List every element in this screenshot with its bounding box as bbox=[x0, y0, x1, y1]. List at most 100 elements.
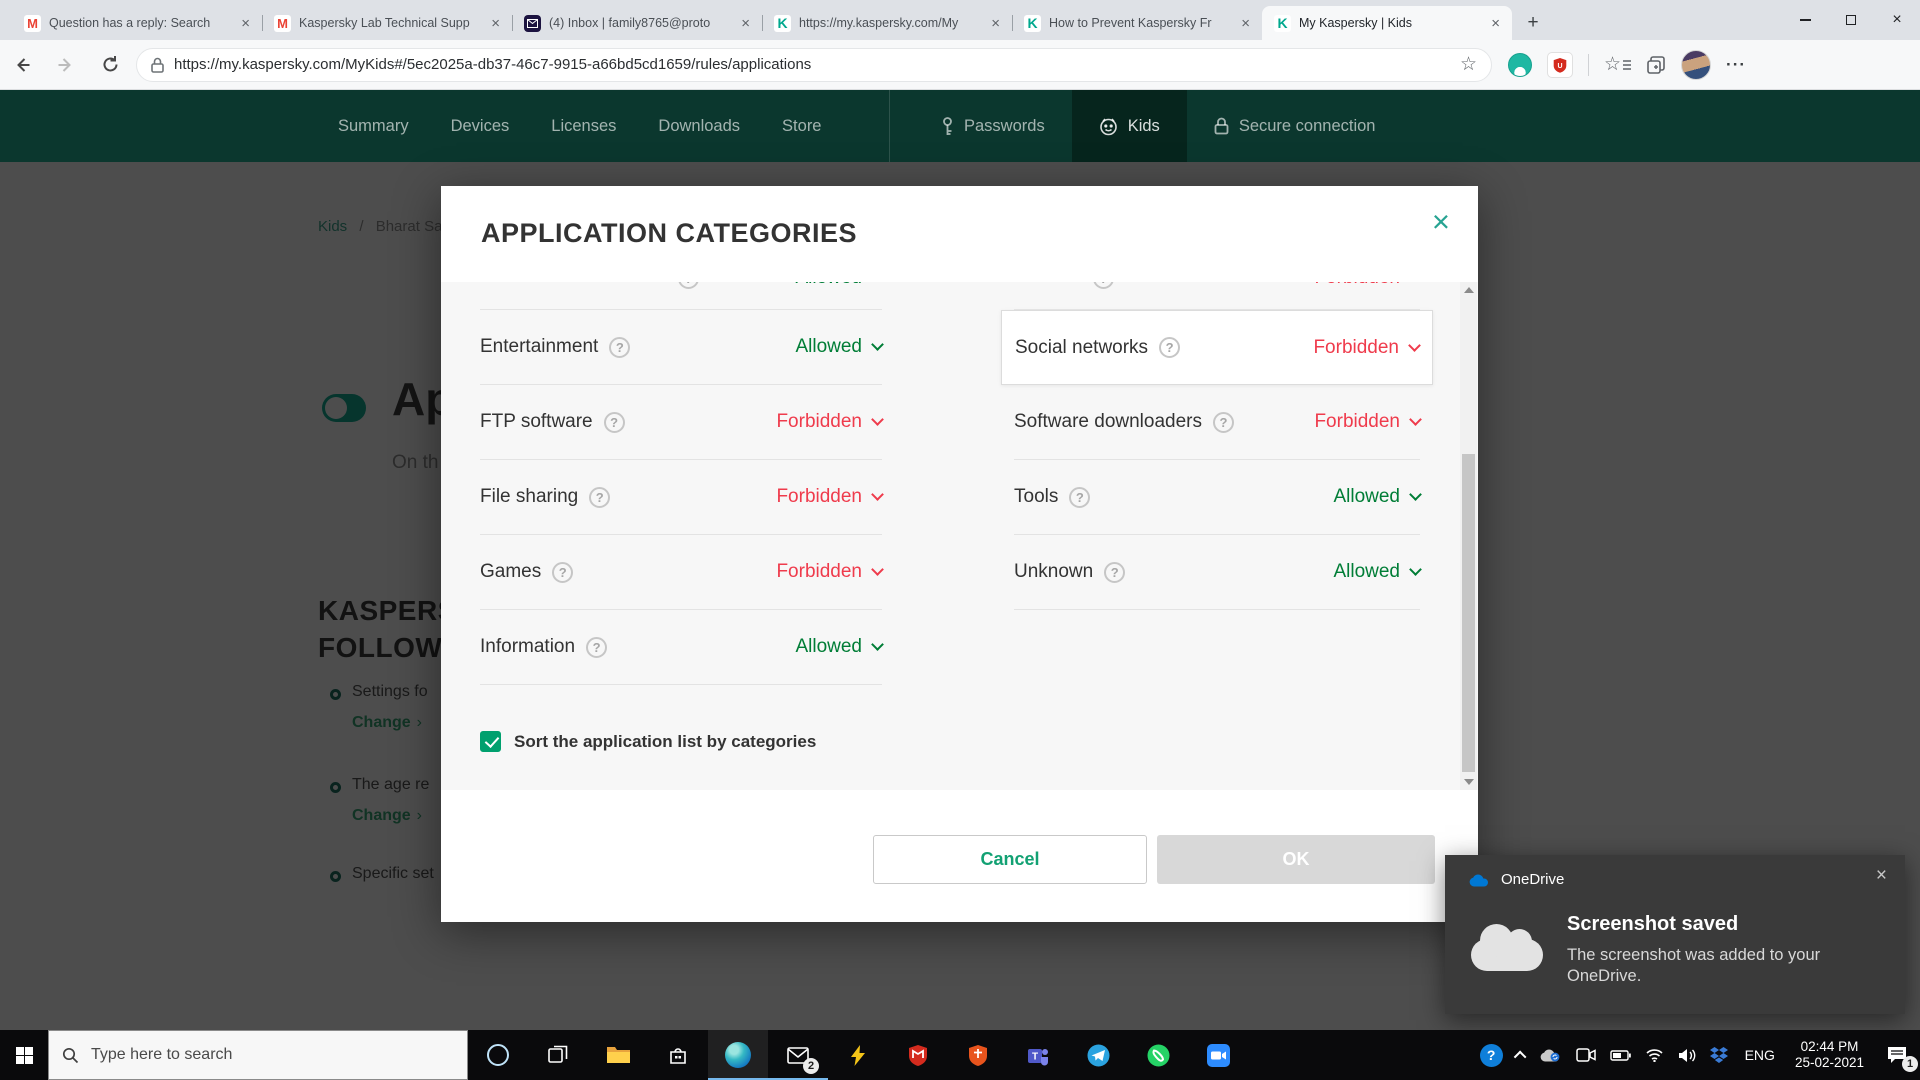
favorites-icon[interactable]: ☆ bbox=[1604, 53, 1632, 76]
taskbar-mcafee-button[interactable] bbox=[888, 1030, 948, 1080]
tab-title: My Kaspersky | Kids bbox=[1299, 16, 1413, 30]
new-tab-button[interactable]: + bbox=[1518, 8, 1548, 38]
sort-checkbox[interactable] bbox=[480, 731, 501, 752]
modal-close-button[interactable]: × bbox=[1432, 206, 1450, 237]
category-value-dropdown[interactable]: Forbidden bbox=[776, 486, 884, 508]
nav-item-summary[interactable]: Summary bbox=[338, 117, 409, 136]
nav-item-kids[interactable]: Kids bbox=[1071, 90, 1187, 162]
taskbar-cortana-button[interactable] bbox=[468, 1030, 528, 1080]
help-icon[interactable]: ? bbox=[552, 561, 574, 583]
category-value-dropdown[interactable]: Forbidden bbox=[776, 411, 884, 433]
browser-menu-icon[interactable]: ··· bbox=[1726, 55, 1746, 75]
taskbar-task-view-button[interactable] bbox=[528, 1030, 588, 1080]
help-icon[interactable]: ? bbox=[1093, 282, 1114, 289]
taskbar-whatsapp-button[interactable] bbox=[1128, 1030, 1188, 1080]
forward-button[interactable] bbox=[44, 43, 88, 87]
nav-item-store[interactable]: Store bbox=[782, 117, 821, 136]
tab-close-icon[interactable]: × bbox=[987, 15, 1004, 32]
language-indicator[interactable]: ENG bbox=[1735, 1030, 1785, 1080]
category-value-dropdown[interactable]: Allowed bbox=[1333, 561, 1422, 583]
nav-item-secure-connection[interactable]: Secure connection bbox=[1187, 90, 1403, 162]
modal-scrollbar[interactable] bbox=[1460, 282, 1477, 790]
tab-kaspersky-support[interactable]: M Kaspersky Lab Technical Supp × bbox=[262, 6, 512, 40]
scroll-up-arrow-icon[interactable] bbox=[1464, 287, 1474, 293]
vpn-extension-icon[interactable] bbox=[1508, 52, 1532, 77]
tab-close-icon[interactable]: × bbox=[1487, 15, 1504, 32]
action-center-button[interactable]: 1 bbox=[1874, 1030, 1920, 1080]
collections-icon[interactable] bbox=[1646, 55, 1666, 75]
taskbar-screenshot-tool-button[interactable] bbox=[828, 1030, 888, 1080]
tray-volume-button[interactable] bbox=[1671, 1030, 1703, 1080]
address-bar[interactable]: https://my.kaspersky.com/MyKids#/5ec2025… bbox=[136, 47, 1492, 82]
tray-network-button[interactable] bbox=[1638, 1030, 1671, 1080]
category-value-dropdown[interactable]: Forbidden bbox=[776, 561, 884, 583]
scrollbar-thumb[interactable] bbox=[1462, 454, 1475, 772]
help-icon[interactable]: ? bbox=[1069, 486, 1091, 508]
taskbar-telegram-button[interactable] bbox=[1068, 1030, 1128, 1080]
taskbar-security-app-button[interactable] bbox=[948, 1030, 1008, 1080]
category-value[interactable]: Allowed bbox=[795, 282, 862, 289]
cancel-button[interactable]: Cancel bbox=[873, 835, 1147, 884]
category-value-dropdown[interactable]: Forbidden bbox=[1313, 337, 1421, 359]
category-value-dropdown[interactable]: Allowed bbox=[795, 636, 884, 658]
clock[interactable]: 02:44 PM 25-02-2021 bbox=[1785, 1030, 1874, 1080]
back-button[interactable] bbox=[0, 43, 44, 87]
help-icon[interactable]: ? bbox=[1159, 337, 1181, 358]
help-icon[interactable]: ? bbox=[603, 411, 625, 433]
tray-expand-button[interactable] bbox=[1510, 1030, 1533, 1080]
taskbar-search-box[interactable]: Type here to search bbox=[48, 1030, 468, 1080]
scroll-down-arrow-icon[interactable] bbox=[1464, 779, 1474, 785]
refresh-button[interactable] bbox=[88, 43, 132, 87]
help-icon[interactable]: ? bbox=[586, 636, 608, 658]
category-row-file-sharing: File sharing ? Forbidden bbox=[480, 460, 884, 535]
tab-close-icon[interactable]: × bbox=[737, 15, 754, 32]
chevron-up-icon bbox=[1513, 1050, 1527, 1063]
taskbar-store-button[interactable] bbox=[648, 1030, 708, 1080]
close-window-button[interactable]: × bbox=[1874, 0, 1920, 40]
category-value-dropdown[interactable]: Allowed bbox=[795, 336, 884, 358]
category-value-dropdown[interactable]: Forbidden bbox=[1314, 411, 1422, 433]
taskbar-edge-button[interactable] bbox=[708, 1030, 768, 1080]
toast-close-icon[interactable]: × bbox=[1876, 865, 1887, 887]
toolbar-extensions: U ☆ ··· bbox=[1508, 49, 1746, 80]
tab-proton-inbox[interactable]: (4) Inbox | family8765@proto × bbox=[512, 6, 762, 40]
nav-item-passwords[interactable]: Passwords bbox=[914, 90, 1072, 162]
onedrive-notification[interactable]: OneDrive × Screenshot saved The screensh… bbox=[1445, 855, 1905, 1014]
tab-close-icon[interactable]: × bbox=[1237, 15, 1254, 32]
svg-text:T: T bbox=[1031, 1051, 1037, 1062]
minimize-button[interactable] bbox=[1782, 0, 1828, 40]
start-button[interactable] bbox=[0, 1030, 48, 1080]
tab-mykaspersky-url[interactable]: K https://my.kaspersky.com/My × bbox=[762, 6, 1012, 40]
add-favorite-icon[interactable]: ☆ bbox=[1460, 53, 1477, 76]
taskbar-teams-button[interactable]: T bbox=[1008, 1030, 1068, 1080]
help-icon[interactable]: ? bbox=[1213, 411, 1234, 433]
nav-item-downloads[interactable]: Downloads bbox=[658, 117, 740, 136]
tab-my-kaspersky-kids-active[interactable]: K My Kaspersky | Kids × bbox=[1262, 6, 1512, 40]
taskbar-file-explorer-button[interactable] bbox=[588, 1030, 648, 1080]
tray-onedrive-button[interactable] bbox=[1533, 1030, 1569, 1080]
tray-battery-button[interactable] bbox=[1603, 1030, 1638, 1080]
tab-gmail-question[interactable]: M Question has a reply: Search × bbox=[12, 6, 262, 40]
tray-meet-now-button[interactable] bbox=[1569, 1030, 1603, 1080]
help-icon[interactable]: ? bbox=[678, 282, 699, 289]
help-icon[interactable]: ? bbox=[1104, 561, 1126, 583]
taskbar-mail-button[interactable]: 2 bbox=[768, 1030, 828, 1080]
category-value-dropdown[interactable]: Allowed bbox=[1333, 486, 1422, 508]
tab-close-icon[interactable]: × bbox=[237, 15, 254, 32]
security-extension-icon[interactable]: U bbox=[1547, 51, 1573, 78]
get-help-button[interactable]: ? bbox=[1473, 1030, 1510, 1080]
category-value[interactable]: Forbidden bbox=[1314, 282, 1400, 289]
taskbar-video-call-button[interactable] bbox=[1188, 1030, 1248, 1080]
help-icon[interactable]: ? bbox=[609, 336, 631, 358]
nav-item-licenses[interactable]: Licenses bbox=[551, 117, 616, 136]
maximize-button[interactable] bbox=[1828, 0, 1874, 40]
tab-close-icon[interactable]: × bbox=[487, 15, 504, 32]
kaspersky-icon: K bbox=[1024, 14, 1041, 32]
help-icon[interactable]: ? bbox=[589, 486, 611, 508]
tab-prevent-kaspersky[interactable]: K How to Prevent Kaspersky Fr × bbox=[1012, 6, 1262, 40]
sort-checkbox-label[interactable]: Sort the application list by categories bbox=[514, 732, 816, 752]
nav-item-devices[interactable]: Devices bbox=[451, 117, 510, 136]
profile-avatar[interactable] bbox=[1681, 49, 1712, 80]
ok-button-disabled[interactable]: OK bbox=[1157, 835, 1435, 884]
tray-dropbox-button[interactable] bbox=[1703, 1030, 1735, 1080]
